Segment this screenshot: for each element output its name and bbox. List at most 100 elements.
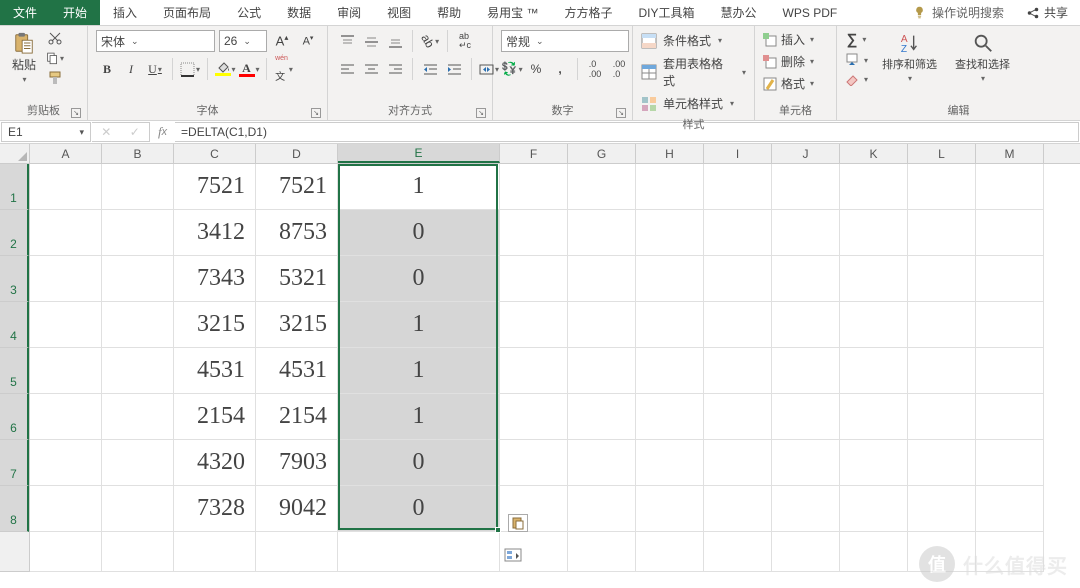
comma-button[interactable]: ,: [549, 58, 571, 80]
decrease-decimal-button[interactable]: .00.0: [608, 58, 630, 80]
cell-J7[interactable]: [772, 440, 840, 486]
cells-area[interactable]: 7521752113412875307343532103215321514531…: [30, 164, 1080, 572]
cell-B7[interactable]: [102, 440, 174, 486]
cell-F4[interactable]: [500, 302, 568, 348]
dialog-launcher-icon[interactable]: [476, 108, 486, 118]
autosum-button[interactable]: ∑▾: [847, 30, 867, 49]
dialog-launcher-icon[interactable]: [71, 108, 81, 118]
cell-A7[interactable]: [30, 440, 102, 486]
cell-F1[interactable]: [500, 164, 568, 210]
cell-K8[interactable]: [840, 486, 908, 532]
fill-color-button[interactable]: ▾: [214, 58, 236, 80]
font-size-combo[interactable]: 26⌄: [219, 30, 267, 52]
cell-A4[interactable]: [30, 302, 102, 348]
cell-G7[interactable]: [568, 440, 636, 486]
col-header-H[interactable]: H: [636, 144, 704, 163]
decrease-font-button[interactable]: A▾: [297, 30, 319, 52]
increase-font-button[interactable]: A▴: [271, 30, 293, 52]
col-header-B[interactable]: B: [102, 144, 174, 163]
cell-D5[interactable]: 4531: [256, 348, 338, 394]
tab-公式[interactable]: 公式: [224, 0, 274, 25]
tab-开始[interactable]: 开始: [50, 0, 100, 25]
underline-button[interactable]: U▾: [144, 58, 166, 80]
tab-帮助[interactable]: 帮助: [424, 0, 474, 25]
fx-icon[interactable]: fx: [150, 121, 175, 143]
cell-F7[interactable]: [500, 440, 568, 486]
cell-I1[interactable]: [704, 164, 772, 210]
number-format-combo[interactable]: 常规⌄: [501, 30, 629, 52]
cell-A5[interactable]: [30, 348, 102, 394]
fill-handle[interactable]: [495, 527, 501, 533]
cell-L5[interactable]: [908, 348, 976, 394]
tab-方方格子[interactable]: 方方格子: [551, 0, 625, 25]
cell-G4[interactable]: [568, 302, 636, 348]
cut-button[interactable]: [46, 30, 64, 46]
cell-L7[interactable]: [908, 440, 976, 486]
format-cells-button[interactable]: 格式▾: [763, 74, 814, 93]
cell-I3[interactable]: [704, 256, 772, 302]
col-header-F[interactable]: F: [500, 144, 568, 163]
align-left-button[interactable]: [336, 58, 358, 80]
tab-插入[interactable]: 插入: [100, 0, 150, 25]
cell-A6[interactable]: [30, 394, 102, 440]
cell-D2[interactable]: 8753: [256, 210, 338, 256]
cell-C1[interactable]: 7521: [174, 164, 256, 210]
row-header-4[interactable]: 4: [0, 302, 29, 348]
cell-G6[interactable]: [568, 394, 636, 440]
percent-button[interactable]: %: [525, 58, 547, 80]
cell-A3[interactable]: [30, 256, 102, 302]
cell-M3[interactable]: [976, 256, 1044, 302]
cell-L6[interactable]: [908, 394, 976, 440]
cell-G1[interactable]: [568, 164, 636, 210]
cell-I8[interactable]: [704, 486, 772, 532]
row-header-3[interactable]: 3: [0, 256, 29, 302]
col-header-I[interactable]: I: [704, 144, 772, 163]
cell-D7[interactable]: 7903: [256, 440, 338, 486]
row-header-1[interactable]: 1: [0, 164, 29, 210]
cell-G5[interactable]: [568, 348, 636, 394]
cell-E4[interactable]: 1: [338, 302, 500, 348]
cell-C5[interactable]: 4531: [174, 348, 256, 394]
find-select-button[interactable]: 查找和选择▾: [951, 30, 1014, 85]
cell-F2[interactable]: [500, 210, 568, 256]
cell-F3[interactable]: [500, 256, 568, 302]
tab-慧办公[interactable]: 慧办公: [708, 0, 770, 25]
cell-E8[interactable]: 0: [338, 486, 500, 532]
cell-B4[interactable]: [102, 302, 174, 348]
insert-cells-button[interactable]: 插入▾: [763, 30, 814, 49]
cell-H7[interactable]: [636, 440, 704, 486]
row-header-2[interactable]: 2: [0, 210, 29, 256]
cell-I2[interactable]: [704, 210, 772, 256]
italic-button[interactable]: I: [120, 58, 142, 80]
cell-D8[interactable]: 9042: [256, 486, 338, 532]
tab-页面布局[interactable]: 页面布局: [150, 0, 224, 25]
share-button[interactable]: 共享: [1014, 0, 1080, 25]
align-right-button[interactable]: [384, 58, 406, 80]
cell-M7[interactable]: [976, 440, 1044, 486]
cell-D6[interactable]: 2154: [256, 394, 338, 440]
clear-button[interactable]: ▾: [845, 71, 868, 87]
cell-E5[interactable]: 1: [338, 348, 500, 394]
column-headers[interactable]: ABCDEFGHIJKLM: [30, 144, 1080, 164]
paste-button[interactable]: 粘贴 ▾: [8, 30, 40, 86]
cell-A8[interactable]: [30, 486, 102, 532]
spreadsheet-grid[interactable]: ABCDEFGHIJKLM 12345678 75217521134128753…: [0, 144, 1080, 588]
bold-button[interactable]: B: [96, 58, 118, 80]
cell-D3[interactable]: 5321: [256, 256, 338, 302]
cell-H6[interactable]: [636, 394, 704, 440]
dialog-launcher-icon[interactable]: [311, 108, 321, 118]
phonetic-button[interactable]: wén文▾: [273, 58, 295, 80]
delete-cells-button[interactable]: 删除▾: [763, 52, 814, 71]
col-header-A[interactable]: A: [30, 144, 102, 163]
cell-G3[interactable]: [568, 256, 636, 302]
fill-button[interactable]: ▾: [845, 52, 868, 68]
font-color-button[interactable]: A▾: [238, 58, 260, 80]
cell-K1[interactable]: [840, 164, 908, 210]
conditional-format-button[interactable]: 条件格式▾: [641, 30, 722, 51]
dialog-launcher-icon[interactable]: [616, 108, 626, 118]
cell-L2[interactable]: [908, 210, 976, 256]
cell-C8[interactable]: 7328: [174, 486, 256, 532]
file-menu[interactable]: 文件: [0, 0, 50, 25]
cell-C7[interactable]: 4320: [174, 440, 256, 486]
decrease-indent-button[interactable]: [419, 58, 441, 80]
